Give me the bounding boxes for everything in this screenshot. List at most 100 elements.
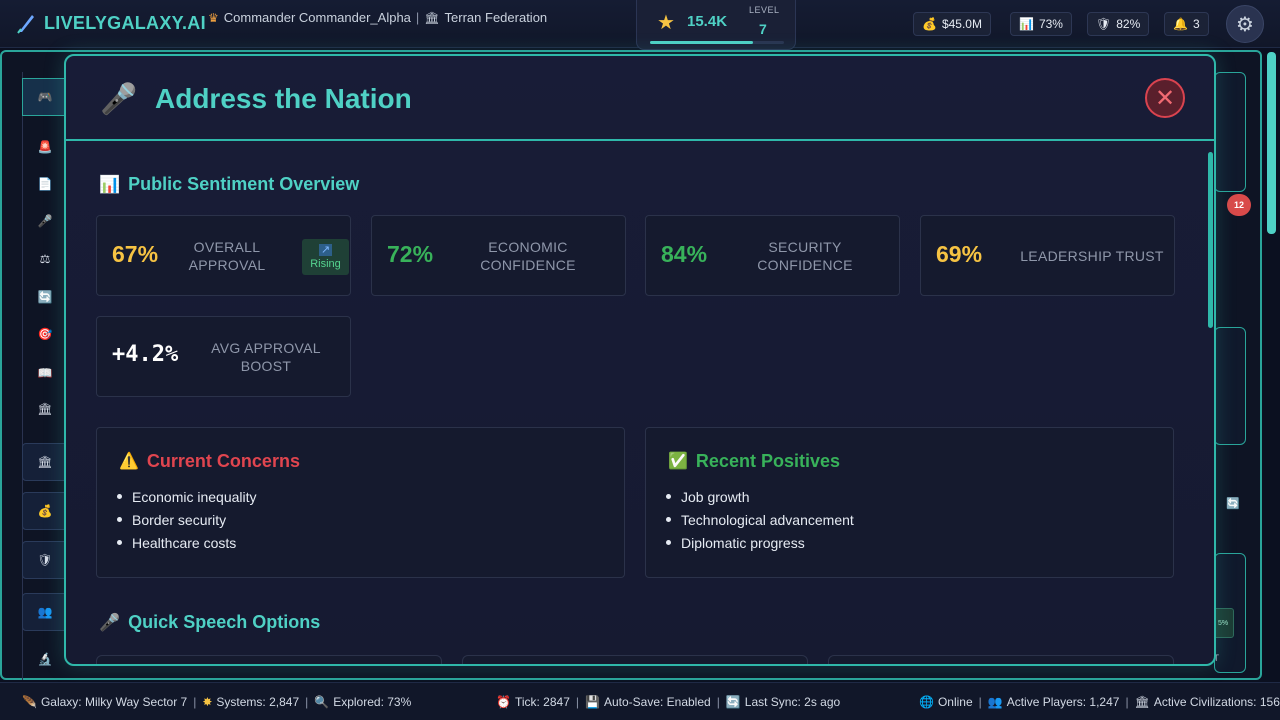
list-item: Healthcare costs [117, 531, 257, 554]
sidebar-item-alerts[interactable]: 🚨 [22, 128, 68, 166]
bell-icon: 🔔 [1173, 17, 1188, 31]
close-icon: ✕ [1154, 84, 1176, 112]
globe-icon: 🌐 [919, 695, 934, 709]
modal-header: 🎤 Address the Nation ✕ [66, 56, 1214, 141]
people-icon: 👥 [37, 605, 53, 619]
speech-option-card[interactable] [462, 655, 808, 664]
positives-title: ✅ Recent Positives [668, 451, 840, 472]
faction-name: Terran Federation [444, 10, 548, 25]
metric-label: ECONOMIC CONFIDENCE [480, 238, 576, 273]
speech-option-card[interactable] [96, 655, 442, 664]
trend-arrow-icon: ↗ [318, 244, 333, 256]
tick-text: Tick: 2847 [514, 695, 570, 709]
metric-card-leadership-trust: 69% LEADERSHIP TRUST [920, 215, 1175, 296]
government-building-icon: 🏛 [37, 402, 53, 416]
separator: | [978, 695, 982, 709]
crown-icon: ♛ [208, 10, 219, 25]
sidebar-item-defense[interactable]: 🛡 [22, 541, 68, 579]
metric-label: AVG APPROVAL BOOST [211, 339, 321, 374]
sidebar-item-economy[interactable]: 💰 [22, 492, 68, 530]
microscope-icon: 🔬 [37, 652, 53, 666]
sidebar-item-games[interactable]: 🎮 [22, 78, 68, 116]
sidebar-item-government[interactable]: 🏛 [22, 390, 68, 428]
refresh-icon: 🔄 [725, 695, 741, 709]
concerns-card: ⚠️ Current Concerns Economic inequality … [96, 427, 625, 578]
speech-option-card[interactable] [828, 655, 1174, 664]
explored-text: Explored: 73% [333, 695, 412, 709]
microphone-icon: 🎤 [99, 613, 121, 632]
modal-title: Address the Nation [155, 83, 412, 114]
floppy-disk-icon: 💾 [585, 695, 600, 709]
document-icon: 📄 [37, 177, 53, 191]
notification-badge[interactable]: 12 [1227, 194, 1251, 216]
list-item: Border security [117, 508, 257, 531]
refresh-icon[interactable]: 🔄 [1226, 497, 1240, 510]
top-bar: LIVELYGALAXY.AI ♛ Commander Commander_Al… [0, 0, 1280, 50]
trend-label: Rising [310, 258, 341, 270]
positives-list: Job growth Technological advancement Dip… [666, 485, 854, 554]
sidebar-item-reports[interactable]: 📄 [22, 165, 68, 203]
target-icon: 🎯 [37, 327, 53, 341]
metric-card-security-confidence: 84% SECURITY CONFIDENCE [645, 215, 900, 296]
separator: | [716, 695, 720, 709]
shield-icon: 🛡 [1096, 17, 1112, 31]
notifications-count: 3 [1192, 17, 1200, 31]
list-item: Job growth [666, 485, 854, 508]
speech-title-text: Quick Speech Options [128, 612, 321, 632]
commander-name: Commander Commander_Alpha [223, 10, 411, 25]
sidebar-item-speech[interactable]: 🎤 [22, 202, 68, 240]
sun-icon: ✸ [202, 695, 213, 709]
sentiment-title-text: Public Sentiment Overview [128, 174, 360, 194]
xp-progress-fill [650, 41, 754, 44]
money-value: $45.0M [941, 17, 982, 31]
metric-label: SECURITY CONFIDENCE [757, 238, 853, 273]
siren-icon: 🚨 [37, 140, 53, 154]
status-footer: 🪶 Galaxy: Milky Way Sector 7 | ✸ Systems… [0, 682, 1280, 720]
scales-icon: ⚖ [39, 252, 51, 266]
approval-stat[interactable]: 📊 73% [1010, 12, 1072, 36]
sidebar-item-senate[interactable]: 🏛 [22, 443, 68, 481]
list-item: Technological advancement [666, 508, 854, 531]
shield-icon: 🛡 [37, 553, 53, 567]
star-icon: ★ [657, 12, 675, 34]
warning-icon: ⚠️ [119, 452, 139, 470]
sidebar-item-goals[interactable]: 🎯 [22, 315, 68, 353]
government-building-icon: 🏛 [1134, 695, 1150, 709]
separator: | [575, 695, 579, 709]
approval-value: 73% [1038, 17, 1063, 31]
gear-icon: ⚙ [1236, 13, 1254, 36]
gamepad-icon: 🎮 [37, 90, 53, 104]
brand[interactable]: LIVELYGALAXY.AI [16, 12, 206, 34]
level-value: 7 [759, 21, 767, 37]
concerns-title: ⚠️ Current Concerns [119, 451, 300, 472]
metric-label: LEADERSHIP TRUST [1020, 247, 1164, 264]
sidebar-item-population[interactable]: 👥 [22, 593, 68, 631]
sidebar-item-refresh[interactable]: 🔄 [22, 278, 68, 316]
modal-scrollbar[interactable] [1208, 152, 1213, 328]
sidebar-item-research[interactable]: 🔬 [22, 640, 68, 678]
metric-value: 69% [936, 241, 983, 267]
online-text: Online [937, 695, 973, 709]
money-stat[interactable]: 💰 $45.0M [913, 12, 991, 36]
sidebar-item-justice[interactable]: ⚖ [22, 240, 68, 278]
sidebar-item-library[interactable]: 📖 [22, 354, 68, 392]
check-icon: ✅ [668, 452, 688, 470]
rocket-feather-icon: 🪶 [22, 695, 37, 709]
galaxy-text: Galaxy: Milky Way Sector 7 [40, 695, 188, 709]
xp-level-panel[interactable]: ★ 15.4K LEVEL 7 [636, 0, 796, 50]
metric-value: 67% [112, 241, 159, 267]
list-item: Economic inequality [117, 485, 257, 508]
metric-card-avg-approval-boost: +4.2% AVG APPROVAL BOOST [96, 316, 351, 397]
speech-section-title: 🎤 Quick Speech Options [99, 612, 320, 633]
settings-button[interactable]: ⚙ [1226, 5, 1264, 43]
close-button[interactable]: ✕ [1145, 78, 1185, 118]
separator: | [415, 10, 420, 25]
commander-info: ♛ Commander Commander_Alpha | 🏛 Terran F… [208, 10, 547, 25]
metric-value: 84% [661, 241, 708, 267]
security-stat[interactable]: 🛡 82% [1087, 12, 1150, 36]
metric-value: 72% [387, 241, 434, 267]
metric-card-overall-approval: 67% OVERALL APPROVAL ↗ Rising [96, 215, 351, 296]
security-value: 82% [1116, 17, 1141, 31]
page-scrollbar[interactable] [1267, 52, 1276, 234]
notifications-stat[interactable]: 🔔 3 [1164, 12, 1209, 36]
